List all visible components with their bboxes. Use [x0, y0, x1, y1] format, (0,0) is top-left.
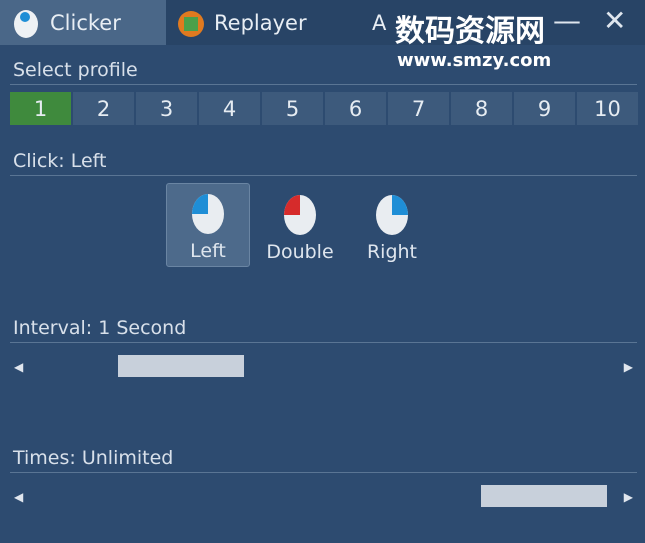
- slider-right-arrow-icon[interactable]: ▶: [624, 360, 633, 374]
- profile-button-3[interactable]: 3: [136, 92, 197, 125]
- profile-button-6[interactable]: 6: [325, 92, 386, 125]
- slider-thumb[interactable]: [118, 355, 244, 377]
- close-button[interactable]: ✕: [603, 4, 626, 37]
- tab-label: Replayer: [214, 10, 307, 35]
- divider: [10, 84, 637, 85]
- tab-label: Clicker: [50, 10, 121, 35]
- click-option-label: Right: [366, 241, 418, 263]
- profile-button-10[interactable]: 10: [577, 92, 638, 125]
- profile-button-8[interactable]: 8: [451, 92, 512, 125]
- profile-button-2[interactable]: 2: [73, 92, 134, 125]
- profile-button-9[interactable]: 9: [514, 92, 575, 125]
- profile-button-1[interactable]: 1: [10, 92, 71, 125]
- mouse-icon: [14, 8, 40, 38]
- profile-button-5[interactable]: 5: [262, 92, 323, 125]
- click-option-label: Left: [190, 240, 226, 262]
- divider: [10, 175, 637, 176]
- divider: [10, 472, 637, 473]
- click-option-right[interactable]: Right: [350, 183, 434, 267]
- watermark-logo: 数码资源网 www.smzy.com: [305, 6, 551, 71]
- profile-selector: 1 2 3 4 5 6 7 8 9 10: [10, 92, 638, 125]
- watermark-title: 数码资源网: [395, 14, 545, 49]
- times-label: Times: Unlimited: [13, 447, 174, 469]
- profile-label: Select profile: [13, 59, 138, 81]
- tab-replayer[interactable]: Replayer: [178, 0, 318, 45]
- mouse-icon: [376, 195, 408, 235]
- minimize-button[interactable]: —: [553, 4, 581, 37]
- slider-left-arrow-icon[interactable]: ◀: [14, 490, 23, 504]
- divider: [10, 342, 637, 343]
- slider-left-arrow-icon[interactable]: ◀: [14, 360, 23, 374]
- slider-right-arrow-icon[interactable]: ▶: [624, 490, 633, 504]
- profile-button-4[interactable]: 4: [199, 92, 260, 125]
- watermark-url: www.smzy.com: [397, 50, 552, 71]
- mouse-icon: [284, 195, 316, 235]
- slider-thumb[interactable]: [481, 485, 607, 507]
- times-slider[interactable]: ◀ ▶: [10, 482, 637, 512]
- profile-button-7[interactable]: 7: [388, 92, 449, 125]
- mouse-icon: [192, 194, 224, 234]
- tab-clicker[interactable]: Clicker: [0, 0, 166, 45]
- click-option-double[interactable]: Double: [258, 183, 342, 267]
- click-label: Click: Left: [13, 150, 107, 172]
- click-option-label: Double: [266, 241, 334, 263]
- click-option-left[interactable]: Left: [166, 183, 250, 267]
- interval-slider[interactable]: ◀ ▶: [10, 352, 637, 382]
- interval-label: Interval: 1 Second: [13, 317, 187, 339]
- replayer-icon: [178, 8, 204, 38]
